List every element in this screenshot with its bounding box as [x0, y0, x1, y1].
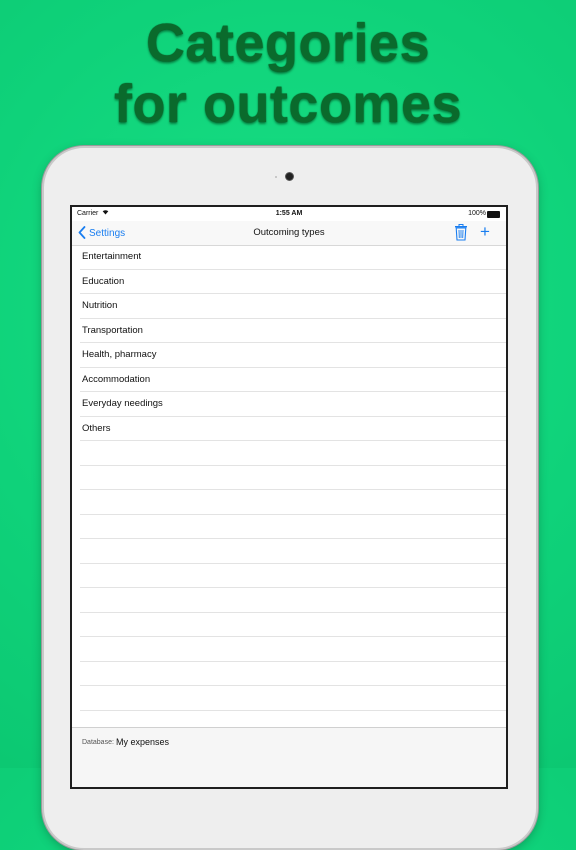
camera-icon [285, 172, 294, 181]
trash-icon[interactable] [454, 224, 468, 241]
list-item[interactable]: Everyday needings [80, 392, 506, 417]
list-item[interactable]: Others [80, 417, 506, 442]
database-value[interactable]: My expenses [116, 737, 169, 747]
headline-line-1: Categories [0, 14, 576, 72]
list-item[interactable]: Entertainment [80, 245, 506, 270]
empty-row [80, 686, 506, 711]
empty-row [80, 564, 506, 589]
empty-row [80, 515, 506, 540]
status-time: 1:55 AM [72, 210, 506, 217]
bottom-toolbar: Database: My expenses [72, 727, 506, 788]
headline-line-2: for outcomes [0, 75, 576, 133]
empty-row [80, 613, 506, 638]
empty-row [80, 662, 506, 687]
category-list: Entertainment Education Nutrition Transp… [72, 245, 506, 735]
add-icon[interactable]: + [480, 223, 490, 241]
battery-percent: 100% [468, 210, 486, 217]
empty-row [80, 441, 506, 466]
empty-row [80, 588, 506, 613]
list-item[interactable]: Transportation [80, 319, 506, 344]
list-item[interactable]: Education [80, 270, 506, 295]
status-bar: Carrier 1:55 AM 100% [72, 207, 506, 221]
page-title: Outcoming types [72, 227, 506, 238]
empty-row [80, 539, 506, 564]
list-item[interactable]: Health, pharmacy [80, 343, 506, 368]
empty-row [80, 466, 506, 491]
battery-icon [487, 211, 500, 218]
empty-row [80, 490, 506, 515]
navigation-bar: Settings Outcoming types + [72, 221, 506, 246]
list-item[interactable]: Accommodation [80, 368, 506, 393]
device-screen: Carrier 1:55 AM 100% Settings Outcoming … [70, 205, 508, 789]
database-label: Database: [82, 739, 114, 746]
sensor-dot [275, 176, 277, 178]
list-item[interactable]: Nutrition [80, 294, 506, 319]
empty-row [80, 637, 506, 662]
